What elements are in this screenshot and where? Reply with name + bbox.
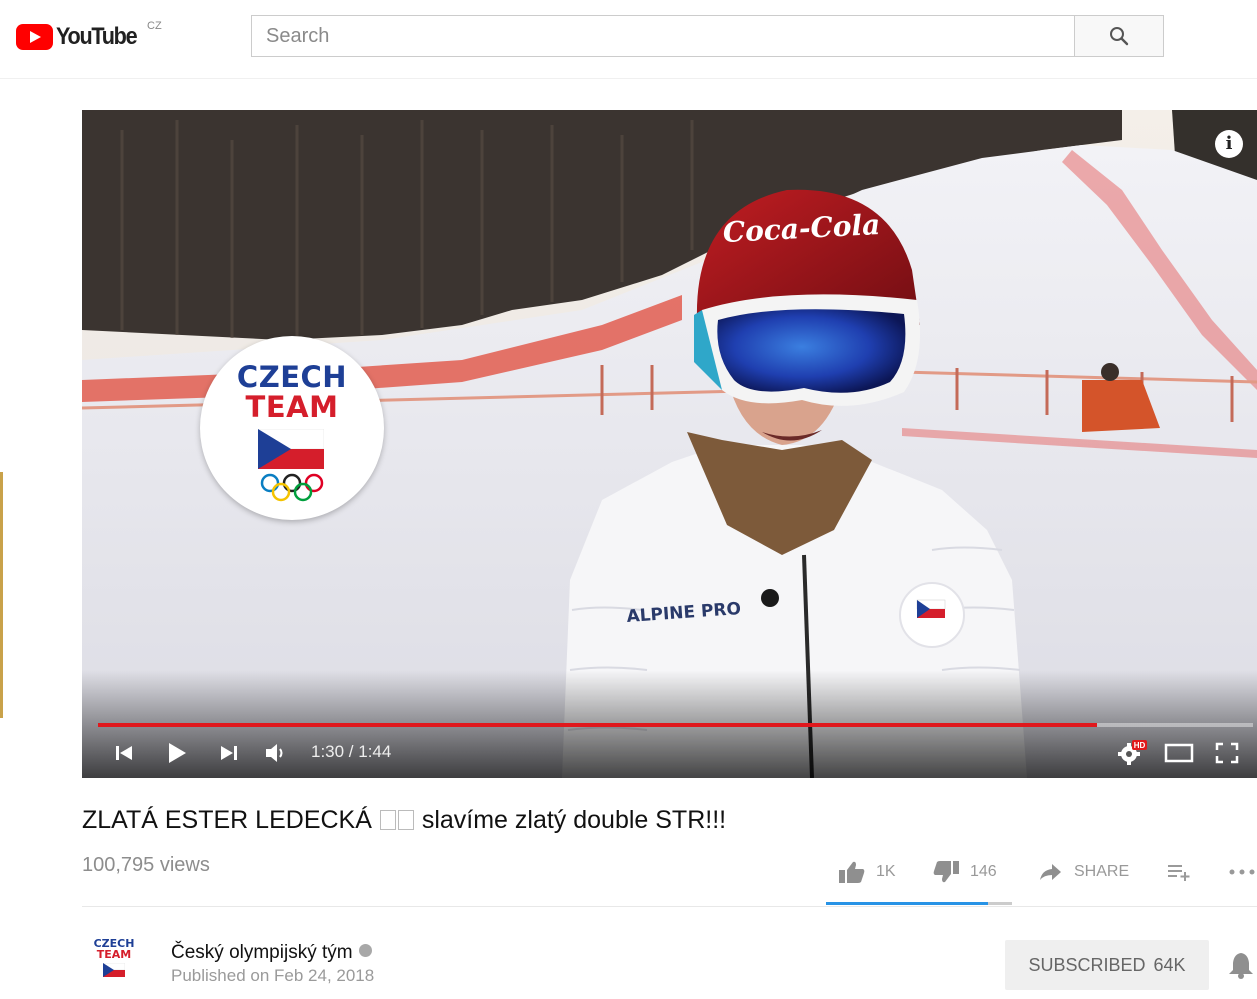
- hd-badge: HD: [1134, 741, 1146, 750]
- share-label: SHARE: [1074, 863, 1130, 880]
- subscriber-count: 64K: [1153, 954, 1186, 975]
- settings-button[interactable]: HD: [1115, 738, 1149, 768]
- more-horizontal-icon: [1229, 869, 1255, 875]
- previous-icon: [116, 746, 132, 760]
- time-display: 1:30 / 1:44: [311, 742, 392, 761]
- play-button[interactable]: [164, 740, 190, 766]
- like-button[interactable]: 1K: [838, 856, 896, 888]
- notification-bell-button[interactable]: [1226, 950, 1256, 985]
- theater-mode-button[interactable]: [1162, 740, 1196, 766]
- add-to-playlist-icon: [1168, 865, 1190, 881]
- meta-divider: [82, 906, 1257, 907]
- masthead: YouTube CZ: [0, 0, 1257, 80]
- previous-button[interactable]: [112, 742, 136, 764]
- thumbs-down-icon: [933, 861, 959, 883]
- volume-icon: [266, 744, 283, 762]
- add-to-playlist-button[interactable]: [1166, 856, 1192, 888]
- thumbs-up-icon: [839, 861, 865, 883]
- dislike-button[interactable]: 146: [932, 856, 997, 888]
- video-title: ZLATÁ ESTER LEDECKÁ slavíme zlatý double…: [82, 806, 726, 835]
- sentiment-bar: [826, 902, 1012, 905]
- play-icon: [169, 743, 186, 763]
- video-title-part-2: slavíme zlatý double STR!!!: [421, 806, 727, 834]
- search-box: [251, 15, 1075, 57]
- czech-flag-icon: [258, 429, 324, 469]
- video-player[interactable]: Coca-Cola ALPINE PRO i CZECH TEAM 1:30 /…: [82, 110, 1257, 778]
- share-icon: [1040, 864, 1061, 880]
- channel-name: Český olympijský tým: [171, 942, 353, 963]
- settings-icon: HD: [1118, 740, 1147, 765]
- logo-region: CZ: [147, 20, 162, 32]
- progress-bar[interactable]: [98, 723, 1253, 727]
- like-count: 1K: [876, 863, 896, 880]
- youtube-play-icon: [16, 24, 53, 50]
- missing-glyph: [379, 810, 396, 830]
- next-button[interactable]: [217, 742, 241, 764]
- badge-line-1: CZECH: [236, 360, 348, 394]
- missing-glyph: [397, 810, 414, 830]
- dislike-count: 146: [970, 863, 997, 880]
- more-actions-button[interactable]: [1228, 856, 1256, 888]
- avatar-flag-icon: [103, 963, 125, 977]
- avatar-line-2: TEAM: [96, 948, 132, 961]
- next-icon: [221, 746, 237, 760]
- search-icon: [1110, 27, 1129, 46]
- search-button[interactable]: [1074, 15, 1164, 57]
- channel-avatar[interactable]: CZECH TEAM: [84, 938, 144, 993]
- progress-played: [98, 723, 1098, 727]
- publish-date: Published on Feb 24, 2018: [171, 966, 375, 985]
- badge-line-2: TEAM: [245, 390, 339, 424]
- goggle-lens: [717, 309, 906, 393]
- search-input[interactable]: [252, 16, 1074, 56]
- czech-team-badge: CZECH TEAM: [200, 336, 384, 520]
- subscribe-button[interactable]: SUBSCRIBED 64K: [1005, 940, 1209, 990]
- subscribe-label: SUBSCRIBED: [1028, 954, 1146, 975]
- olympic-rings-icon: [260, 473, 324, 502]
- left-accent-rule: [0, 472, 3, 718]
- volume-button[interactable]: [262, 741, 290, 765]
- view-count: 100,795 views: [82, 854, 210, 876]
- sentiment-likes-fill: [826, 902, 988, 905]
- fullscreen-button[interactable]: [1212, 740, 1242, 766]
- youtube-logo[interactable]: YouTube CZ: [16, 20, 162, 52]
- bell-icon: [1229, 953, 1253, 979]
- theater-mode-icon: [1164, 743, 1194, 763]
- channel-name-link[interactable]: Český olympijský tým: [171, 942, 372, 964]
- verified-icon: [358, 944, 372, 957]
- info-icon[interactable]: i: [1215, 130, 1243, 158]
- fullscreen-icon: [1215, 742, 1239, 764]
- lapel-mic: [761, 589, 779, 607]
- share-button[interactable]: SHARE: [1038, 856, 1129, 888]
- video-title-part-1: ZLATÁ ESTER LEDECKÁ: [82, 806, 372, 834]
- spectator-head: [1101, 363, 1119, 381]
- masthead-divider: [0, 78, 1257, 79]
- logo-wordmark: YouTube: [56, 23, 138, 50]
